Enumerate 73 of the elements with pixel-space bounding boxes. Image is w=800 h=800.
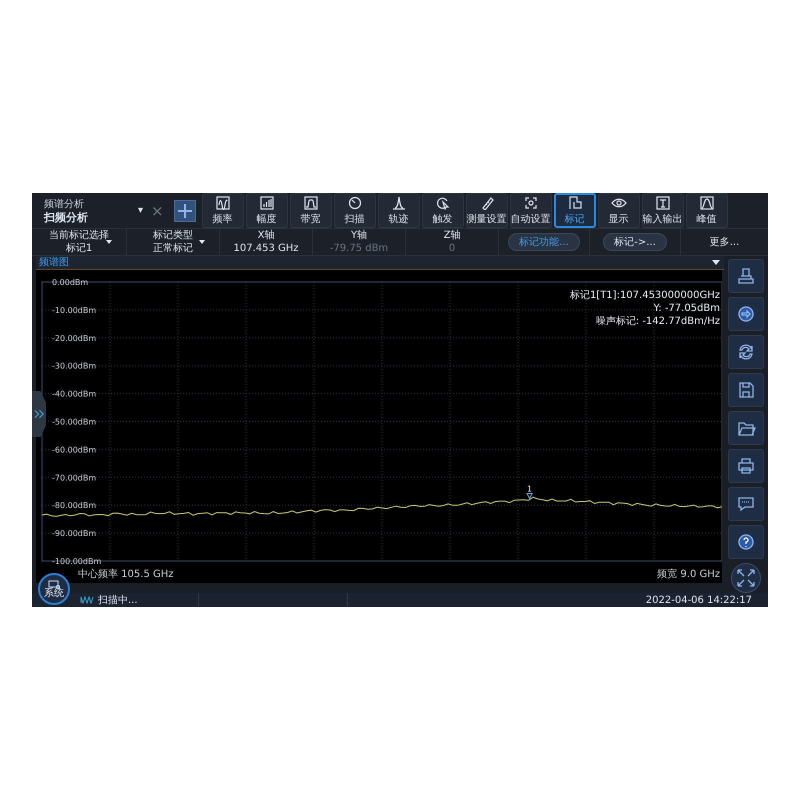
dropdown-icon[interactable]	[712, 260, 720, 265]
wave-icon	[80, 596, 94, 604]
marker-field[interactable]: 标记类型 正常标记	[127, 229, 220, 255]
expand-button[interactable]	[731, 563, 761, 593]
axis-label: 0.00dBm	[52, 278, 88, 287]
sidebar-button[interactable]	[728, 449, 764, 483]
cross-arrows-icon	[735, 567, 757, 589]
target-icon	[522, 196, 539, 210]
center-frequency: 中心频率 105.5 GHz	[78, 569, 174, 580]
bar-chart-icon	[258, 196, 275, 210]
toolbar-button[interactable]: 自动设置	[510, 193, 552, 228]
help-icon	[736, 532, 756, 552]
more-button[interactable]: 更多...	[704, 234, 746, 250]
sidebar-button[interactable]	[728, 411, 764, 445]
toolbar-button[interactable]: 带宽	[290, 193, 332, 228]
axis-label: -50.00dBm	[52, 418, 96, 426]
close-icon[interactable]: ×	[151, 202, 164, 220]
clock-text: 2022-04-06 14:22:17	[646, 594, 752, 606]
caret-icon[interactable]: ▾	[138, 205, 144, 216]
sidebar-button[interactable]	[728, 373, 764, 407]
toolbar-button[interactable]: 轨迹	[378, 193, 420, 228]
axis-label: -90.00dBm	[52, 529, 96, 538]
sidebar-button[interactable]	[728, 487, 764, 521]
toolbar-button[interactable]: 标记	[554, 193, 596, 228]
flag-icon	[566, 196, 583, 210]
marker-readout: 噪声标记: -142.77dBm/Hz	[596, 316, 720, 327]
add-button[interactable]	[174, 200, 196, 222]
toolbar-button[interactable]: 频率	[202, 193, 244, 228]
toolbar-button[interactable]: 扫描	[334, 193, 376, 228]
collapse-tab[interactable]	[32, 391, 46, 437]
mode-dropdown[interactable]: 频谱分析 扫频分析	[32, 198, 132, 224]
toolbar-button[interactable]: 测量设置	[466, 193, 508, 228]
toolbar-button[interactable]: 输入输出	[642, 193, 684, 228]
text-box-icon	[654, 196, 671, 210]
marker-number: 1	[527, 484, 532, 494]
marker-triangle-icon	[526, 493, 533, 500]
panel-tab[interactable]: 频谱图	[36, 256, 69, 269]
sidebar-button[interactable]	[728, 259, 764, 293]
marker-field[interactable]: 当前标记选择 标记1	[32, 229, 127, 255]
sidebar-button[interactable]	[728, 297, 764, 331]
wave-box-icon	[214, 196, 231, 210]
sidebar-button[interactable]	[728, 525, 764, 559]
dial-icon	[346, 196, 363, 210]
pointer-icon	[434, 196, 451, 210]
axis-label: -60.00dBm	[52, 445, 96, 454]
axis-label: -30.00dBm	[52, 362, 96, 371]
toolbar-button[interactable]: 幅度	[246, 193, 288, 228]
span-label: 频宽 9.0 GHz	[657, 569, 720, 580]
marker-action-button[interactable]: 标记->...	[603, 233, 667, 251]
stamp-icon	[736, 266, 756, 286]
axis-label: -10.00dBm	[52, 306, 96, 315]
arrow-circle-icon	[736, 304, 756, 324]
toolbar-button[interactable]: 显示	[598, 193, 640, 228]
double-chevron-icon	[34, 409, 44, 419]
marker-field[interactable]: X轴 107.453 GHz	[220, 229, 313, 255]
marker-readout: 标记1[T1]:107.453000000GHz	[570, 290, 720, 301]
peak-icon	[390, 196, 407, 210]
axis-label: -70.00dBm	[52, 473, 96, 482]
marker-readout: Y: -77.05dBm	[653, 303, 720, 314]
marker-action-button[interactable]: 标记功能...	[508, 233, 580, 251]
axis-label: -100.00dBm	[52, 557, 102, 566]
toolbar-button[interactable]: 触发	[422, 193, 464, 228]
toolbar-button[interactable]: 峰值	[686, 193, 728, 228]
monitor-icon	[48, 580, 60, 588]
printer-icon	[736, 456, 756, 476]
eye-icon	[610, 196, 627, 210]
axis-label: -80.00dBm	[52, 501, 96, 510]
bandpass-icon	[302, 196, 319, 210]
peak-box-icon	[698, 196, 715, 210]
status-text: 扫描中...	[98, 594, 139, 607]
sidebar-button[interactable]	[728, 335, 764, 369]
axis-label: -20.00dBm	[52, 334, 96, 343]
axis-label: -40.00dBm	[52, 390, 96, 399]
